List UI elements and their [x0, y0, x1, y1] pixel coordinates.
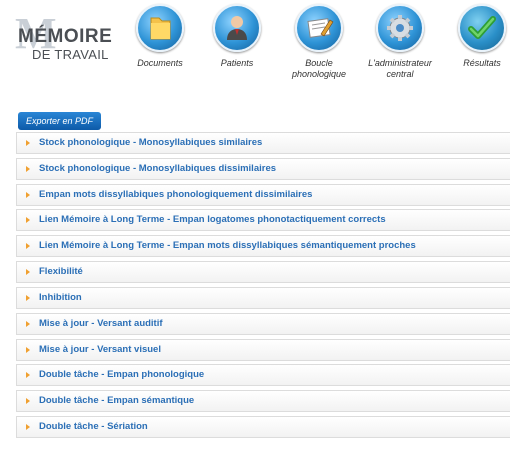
accordion-section[interactable]: Lien Mémoire à Long Terme - Empan logato…	[16, 209, 510, 232]
accordion-section[interactable]: Double tâche - Empan sémantique	[16, 390, 510, 413]
export-pdf-button[interactable]: Exporter en PDF	[18, 112, 102, 130]
accordion-section[interactable]: Stock phonologique - Monosyllabiques sim…	[16, 132, 510, 154]
accordion-section[interactable]: Inhibition	[16, 286, 510, 309]
logo-title-line1: MÉMOIRE	[18, 26, 113, 47]
expand-arrow-icon	[26, 165, 30, 172]
section-title: Empan mots dissyllabiques phonologiqueme…	[39, 188, 313, 200]
section-title: Stock phonologique - Monosyllabiques sim…	[39, 137, 263, 148]
results-accordion: Stock phonologique - Monosyllabiques sim…	[16, 132, 510, 442]
nav-label: Résultats	[463, 58, 501, 68]
accordion-section[interactable]: Double tâche - Empan phonologique	[16, 364, 510, 387]
section-title: Double tâche - Empan phonologique	[39, 369, 205, 381]
section-title: Mise à jour - Versant visuel	[39, 343, 161, 355]
accordion-section[interactable]: Double tâche - Sériation	[16, 416, 510, 439]
expand-arrow-icon	[26, 372, 30, 379]
accordion-section[interactable]: Mise à jour - Versant auditif	[16, 312, 510, 335]
section-title: Double tâche - Sériation	[39, 421, 148, 433]
expand-arrow-icon	[26, 269, 30, 276]
nav-resultats[interactable]: Résultats	[440, 4, 510, 69]
expand-arrow-icon	[26, 346, 30, 353]
note-pencil-icon	[295, 4, 343, 52]
section-title: Stock phonologique - Monosyllabiques dis…	[39, 162, 277, 174]
nav-administrateur-central[interactable]: L'administrateur central	[358, 4, 442, 80]
main-nav: Documents Patients Boucle phonologique L…	[118, 4, 510, 84]
accordion-section[interactable]: Stock phonologique - Monosyllabiques dis…	[16, 157, 510, 180]
section-title: Lien Mémoire à Long Terme - Empan logato…	[39, 214, 386, 226]
nav-patients[interactable]: Patients	[195, 4, 279, 69]
logo-title-line2: DE TRAVAIL	[32, 47, 109, 62]
accordion-section[interactable]: Lien Mémoire à Long Terme - Empan mots d…	[16, 235, 510, 258]
expand-arrow-icon	[26, 424, 30, 431]
section-title: Flexibilité	[39, 266, 83, 278]
section-title: Mise à jour - Versant auditif	[39, 317, 163, 329]
gear-icon	[376, 4, 424, 52]
nav-label: Boucle phonologique	[291, 58, 347, 79]
folder-icon	[136, 4, 184, 52]
expand-arrow-icon	[26, 191, 30, 198]
section-title: Double tâche - Empan sémantique	[39, 395, 195, 407]
nav-label: L'administrateur central	[368, 58, 432, 79]
nav-boucle-phonologique[interactable]: Boucle phonologique	[277, 4, 361, 80]
expand-arrow-icon	[26, 320, 30, 327]
nav-label: Documents	[137, 58, 183, 68]
app-logo[interactable]: M MÉMOIRE DE TRAVAIL	[12, 12, 113, 64]
section-title: Inhibition	[39, 291, 82, 303]
nav-label: Patients	[220, 58, 254, 68]
section-title: Lien Mémoire à Long Terme - Empan mots d…	[39, 240, 416, 252]
checkmark-icon	[458, 4, 506, 52]
nav-documents[interactable]: Documents	[118, 4, 202, 69]
accordion-section[interactable]: Empan mots dissyllabiques phonologiqueme…	[16, 183, 510, 206]
expand-arrow-icon	[26, 217, 30, 224]
expand-arrow-icon	[26, 243, 30, 250]
expand-arrow-icon	[26, 294, 30, 301]
user-icon	[213, 4, 261, 52]
accordion-section[interactable]: Mise à jour - Versant visuel	[16, 338, 510, 361]
expand-arrow-icon	[26, 398, 30, 405]
expand-arrow-icon	[26, 140, 30, 146]
accordion-section[interactable]: Flexibilité	[16, 261, 510, 284]
